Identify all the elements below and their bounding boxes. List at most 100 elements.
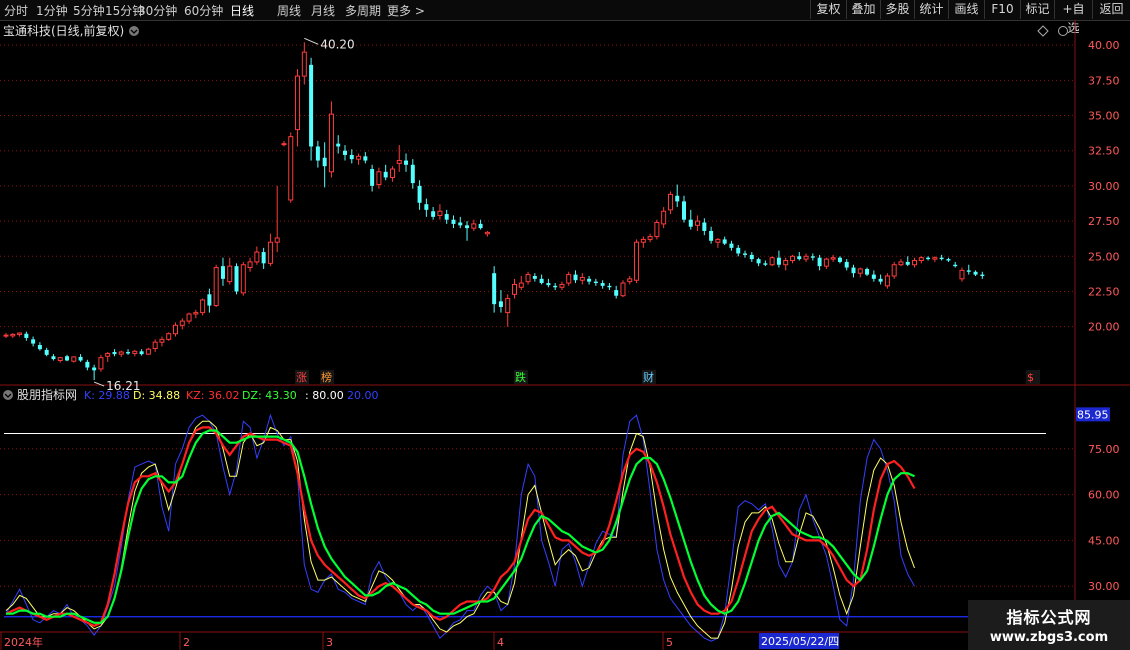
- candle-body: [309, 64, 314, 147]
- toolbar-button-1[interactable]: 叠加: [846, 0, 880, 19]
- candle: [566, 271, 572, 286]
- candle: [647, 233, 653, 243]
- candle-body: [695, 220, 701, 226]
- candle-body: [315, 146, 320, 161]
- timeframe-6[interactable]: 日线: [230, 2, 254, 19]
- candle-body: [518, 282, 524, 288]
- candle: [817, 254, 822, 271]
- candle-body: [24, 333, 29, 338]
- candle: [851, 264, 856, 278]
- candle-body: [620, 282, 626, 297]
- time-axis-label: 2: [183, 636, 190, 649]
- candle-body: [145, 348, 151, 355]
- main-title-group: 宝通科技(日线,前复权): [3, 23, 139, 38]
- candle-body: [932, 257, 938, 260]
- candle: [31, 336, 36, 347]
- candle-body: [532, 276, 537, 279]
- timeframe-1[interactable]: 1分钟: [36, 2, 68, 19]
- candle: [905, 256, 910, 267]
- candle-body: [478, 223, 483, 229]
- candle-body: [356, 155, 362, 160]
- candle: [200, 298, 206, 316]
- toolbar-button-3[interactable]: 统计: [914, 0, 948, 19]
- candle: [823, 257, 829, 269]
- indicator-axis-label: 75.00: [1088, 443, 1120, 456]
- candle: [884, 273, 890, 289]
- indicator-line-kz: [5, 426, 916, 628]
- timeframe-0[interactable]: 分时: [4, 2, 28, 19]
- candle: [675, 184, 680, 208]
- event-marker: $: [1027, 371, 1034, 384]
- watermark-title: 指标公式网: [1006, 608, 1092, 627]
- candle: [410, 159, 415, 189]
- circle-icon[interactable]: [1058, 26, 1068, 36]
- candle-body: [444, 214, 449, 220]
- candle-body: [871, 274, 876, 279]
- toolbar-button-8[interactable]: 返回: [1092, 0, 1130, 19]
- candle: [126, 349, 131, 355]
- toolbar-button-6[interactable]: 标记: [1020, 0, 1054, 19]
- timeframe-2[interactable]: 5分钟: [73, 2, 105, 19]
- time-axis-label: 4: [497, 636, 504, 649]
- candle-body: [396, 160, 402, 164]
- candle: [830, 254, 836, 262]
- candle: [607, 283, 612, 291]
- candle: [627, 276, 633, 285]
- timeframe-8[interactable]: 月线: [311, 2, 335, 19]
- candle: [71, 356, 77, 363]
- title-dropdown-icon[interactable]: [129, 26, 139, 36]
- timeframe-5[interactable]: 60分钟: [184, 2, 223, 19]
- candle: [498, 290, 503, 313]
- toolbar-button-4[interactable]: 画线: [948, 0, 984, 19]
- indicator-dropdown-icon[interactable]: [3, 390, 13, 400]
- candle: [17, 332, 23, 337]
- timeframe-9[interactable]: 多周期: [345, 2, 381, 19]
- candle-body: [505, 298, 511, 314]
- candle: [186, 312, 192, 324]
- candle-body: [17, 332, 23, 335]
- candle: [702, 218, 707, 236]
- indicator-legend-item: 20.00: [347, 389, 379, 402]
- candle: [37, 342, 42, 351]
- toolbar-button-7[interactable]: +自选: [1054, 0, 1092, 35]
- candle-body: [389, 168, 395, 178]
- candle: [10, 333, 16, 338]
- candle: [343, 145, 347, 161]
- candle: [661, 207, 667, 229]
- candle-body: [213, 267, 219, 307]
- timeframe-4[interactable]: 30分钟: [138, 2, 177, 19]
- timeframe-10[interactable]: 更多 >: [387, 2, 425, 19]
- time-axis-label: 5: [666, 636, 673, 649]
- candle-body: [112, 352, 117, 355]
- toolbar-button-5[interactable]: F10: [984, 0, 1020, 19]
- timeframe-7[interactable]: 周线: [277, 2, 301, 19]
- candle-body: [573, 274, 578, 281]
- toolbar-button-0[interactable]: 复权: [810, 0, 846, 19]
- indicator-legend-item: K: 29.88: [84, 389, 130, 402]
- candle: [878, 274, 883, 285]
- candle: [166, 332, 172, 341]
- candle: [213, 264, 219, 307]
- candle-body: [953, 264, 958, 267]
- candle: [695, 215, 701, 231]
- candle: [417, 180, 422, 210]
- candle-body: [682, 201, 686, 220]
- diamond-icon[interactable]: [1037, 25, 1049, 37]
- candle: [484, 230, 490, 237]
- candle: [783, 257, 789, 271]
- candle: [145, 347, 151, 355]
- candle-body: [810, 256, 815, 258]
- toolbar-button-2[interactable]: 多股: [880, 0, 914, 19]
- price-axis-label: 30.00: [1088, 180, 1120, 193]
- price-axis-label: 35.00: [1088, 110, 1120, 123]
- candle-body: [343, 150, 347, 155]
- candle-body: [546, 283, 551, 286]
- candle: [525, 271, 531, 285]
- candle: [247, 257, 253, 272]
- candle: [173, 322, 178, 337]
- candle: [871, 270, 876, 282]
- candle: [776, 250, 781, 268]
- candle: [92, 364, 97, 381]
- candle-body: [118, 351, 124, 355]
- candle-body: [336, 143, 341, 147]
